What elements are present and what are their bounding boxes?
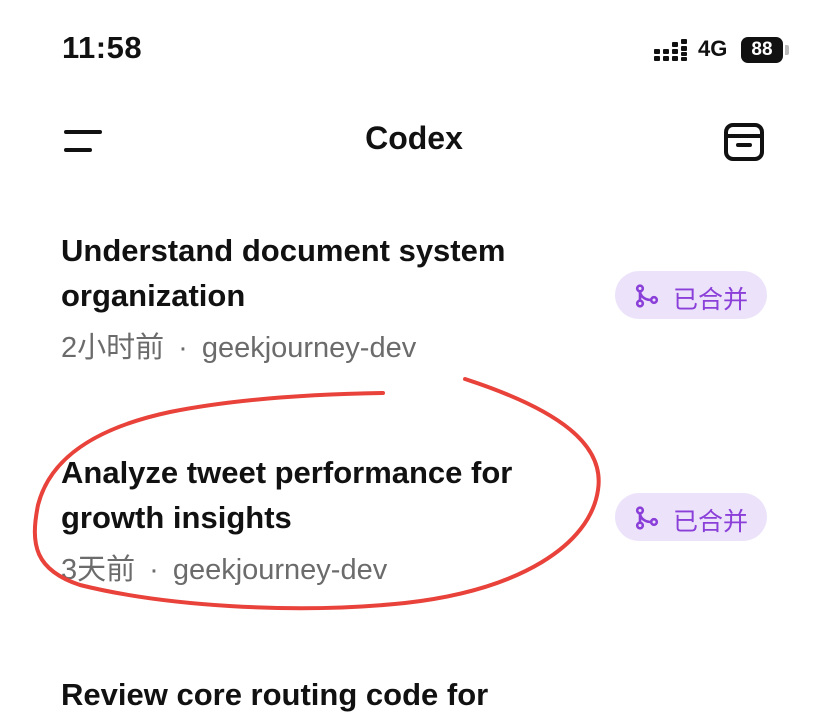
merge-icon bbox=[635, 284, 659, 308]
task-item[interactable]: Review core routing code for bbox=[0, 672, 828, 712]
page-title: Codex bbox=[365, 120, 463, 156]
merged-badge: 已合并 bbox=[615, 271, 767, 319]
task-meta: 2小时前 · geekjourney-dev bbox=[61, 324, 416, 366]
task-time: 2小时前 bbox=[61, 332, 165, 364]
task-item[interactable]: Analyze tweet performance for growth ins… bbox=[0, 450, 828, 590]
task-title: Analyze tweet performance for growth ins… bbox=[61, 455, 513, 535]
task-item[interactable]: Understand document system organization … bbox=[0, 228, 828, 368]
meta-separator: · bbox=[178, 332, 188, 364]
status-time: 11:58 bbox=[62, 30, 143, 65]
task-repo: geekjourney-dev bbox=[201, 332, 417, 364]
merged-badge: 已合并 bbox=[615, 493, 767, 541]
battery-level: 88 bbox=[741, 37, 783, 63]
battery-cap bbox=[785, 45, 789, 55]
nav-bar: Codex bbox=[0, 100, 828, 184]
merge-icon bbox=[635, 506, 659, 530]
task-time: 3天前 bbox=[61, 554, 136, 586]
badge-label: 已合并 bbox=[673, 286, 749, 314]
archive-icon[interactable] bbox=[722, 120, 766, 164]
task-repo: geekjourney-dev bbox=[172, 554, 388, 586]
status-bar: 11:58 4G 88 bbox=[0, 0, 828, 100]
task-meta: 3天前 · geekjourney-dev bbox=[61, 546, 387, 588]
network-type: 4G bbox=[698, 36, 728, 61]
task-title: Understand document system organization bbox=[61, 233, 506, 313]
task-title: Review core routing code for bbox=[61, 677, 489, 712]
badge-label: 已合并 bbox=[673, 508, 749, 536]
battery-icon: 88 bbox=[741, 37, 789, 63]
signal-icon bbox=[654, 39, 687, 61]
meta-separator: · bbox=[149, 554, 159, 586]
